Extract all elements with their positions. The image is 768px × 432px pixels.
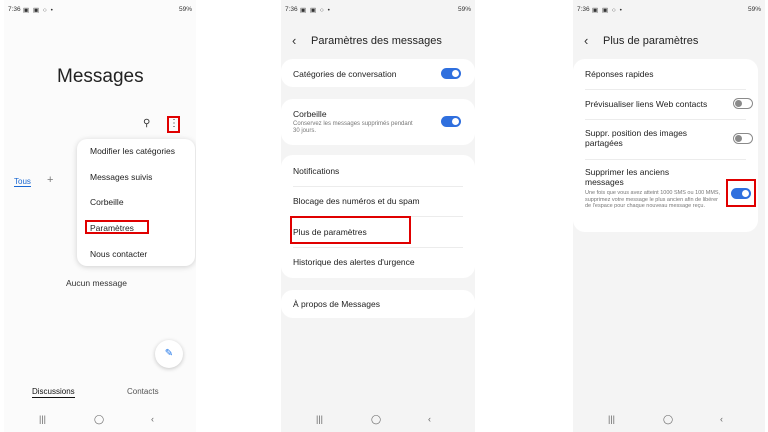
setting-notifications[interactable]: Notifications [293, 166, 339, 176]
toggle-knob [735, 134, 742, 142]
settings-card: À propos de Messages [281, 290, 475, 318]
setting-remove-image-location[interactable]: Suppr. position des images partagées [585, 128, 705, 148]
setting-about-messages[interactable]: À propos de Messages [293, 299, 380, 309]
options-menu: Modifier les catégories Messages suivis … [77, 139, 195, 266]
setting-preview-web-links[interactable]: Prévisualiser liens Web contacts [585, 99, 707, 109]
system-nav-bar: ||| ◯ ‹ [573, 414, 765, 428]
status-time: 7:36 [285, 6, 298, 13]
setting-block-numbers-spam[interactable]: Blocage des numéros et du spam [293, 196, 420, 206]
toggle-knob [452, 118, 459, 125]
page-title: Plus de paramètres [603, 35, 699, 47]
tab-discussions[interactable]: Discussions [32, 387, 75, 398]
tab-contacts[interactable]: Contacts [127, 387, 159, 396]
notification-icons: ▣ ▣ ○ • [23, 7, 54, 14]
compose-button[interactable]: ✎ [155, 340, 183, 368]
menu-item-parametres[interactable]: Paramètres [90, 223, 134, 233]
toggle-knob [742, 190, 749, 197]
empty-state-text: Aucun message [66, 278, 127, 288]
divider [293, 247, 463, 248]
more-settings-screen: 7:36 ▣ ▣ ○ • 59% ‹ Plus de paramètres Ré… [573, 0, 765, 432]
back-nav-icon[interactable]: ‹ [151, 414, 154, 424]
settings-card: Corbeille Conservez les messages supprim… [281, 99, 475, 145]
status-time: 7:36 [577, 6, 590, 13]
setting-trash[interactable]: Corbeille [293, 109, 327, 119]
setting-delete-old-messages[interactable]: Supprimer les anciens messages [585, 167, 695, 187]
divider [585, 159, 746, 160]
system-nav-bar: ||| ◯ ‹ [281, 414, 475, 428]
status-time: 7:36 [8, 6, 21, 13]
home-icon[interactable]: ◯ [663, 414, 673, 425]
page-title: Paramètres des messages [311, 35, 442, 47]
setting-delete-old-messages-description: Une fois que vous avez atteint 1000 SMS … [585, 190, 721, 209]
recent-apps-icon[interactable]: ||| [316, 414, 323, 424]
divider [585, 89, 746, 90]
menu-item-modifier-categories[interactable]: Modifier les catégories [90, 146, 175, 156]
setting-trash-description: Conservez les messages supprimés pendant… [293, 121, 413, 134]
home-icon[interactable]: ◯ [94, 414, 104, 425]
delete-old-messages-toggle[interactable] [731, 188, 751, 199]
signal-battery: 59% [747, 6, 761, 13]
home-icon[interactable]: ◯ [371, 414, 381, 425]
signal-battery: 59% [457, 6, 471, 13]
compose-icon: ✎ [164, 348, 174, 359]
more-options-icon[interactable]: ⋮ [167, 116, 180, 133]
setting-conversation-categories[interactable]: Catégories de conversation [293, 69, 396, 79]
settings-card: Notifications Blocage des numéros et du … [281, 155, 475, 278]
message-settings-screen: 7:36 ▣ ▣ ○ • 59% ‹ Paramètres des messag… [281, 0, 475, 432]
system-nav-bar: ||| ◯ ‹ [4, 414, 196, 428]
divider [585, 119, 746, 120]
toggle-knob [735, 99, 742, 107]
preview-links-toggle[interactable] [733, 98, 753, 109]
setting-more-settings[interactable]: Plus de paramètres [293, 227, 367, 237]
back-icon[interactable]: ‹ [292, 33, 296, 48]
recent-apps-icon[interactable]: ||| [608, 414, 615, 424]
search-icon[interactable]: ⚲ [143, 118, 150, 129]
tab-all[interactable]: Tous [14, 177, 31, 187]
recent-apps-icon[interactable]: ||| [39, 414, 46, 424]
settings-card: Réponses rapides Prévisualiser liens Web… [573, 59, 758, 232]
menu-item-messages-suivis[interactable]: Messages suivis [90, 172, 152, 182]
status-bar: 7:36 ▣ ▣ ○ • 59% [8, 6, 192, 16]
messages-screen: 7:36 ▣ ▣ ○ • 59% Messages ⚲ ⋮ Modifier l… [4, 0, 196, 432]
trash-toggle[interactable] [441, 116, 461, 127]
menu-item-corbeille[interactable]: Corbeille [90, 197, 124, 207]
toggle-knob [452, 70, 459, 77]
setting-quick-replies[interactable]: Réponses rapides [585, 69, 654, 79]
header: ‹ Plus de paramètres [573, 33, 765, 51]
back-nav-icon[interactable]: ‹ [720, 414, 723, 424]
back-nav-icon[interactable]: ‹ [428, 414, 431, 424]
image-location-toggle[interactable] [733, 133, 753, 144]
menu-item-nous-contacter[interactable]: Nous contacter [90, 249, 147, 259]
add-category-icon[interactable]: + [47, 174, 53, 186]
signal-battery: 59% [178, 6, 192, 13]
notification-icons: ▣ ▣ ○ • [300, 7, 331, 14]
page-title: Messages [57, 66, 144, 87]
status-bar: 7:36 ▣ ▣ ○ • 59% [285, 6, 471, 16]
settings-card: Catégories de conversation [281, 59, 475, 87]
setting-emergency-alerts-history[interactable]: Historique des alertes d'urgence [293, 257, 415, 267]
header: ‹ Paramètres des messages [281, 33, 475, 51]
categories-toggle[interactable] [441, 68, 461, 79]
status-bar: 7:36 ▣ ▣ ○ • 59% [577, 6, 761, 16]
divider [293, 186, 463, 187]
notification-icons: ▣ ▣ ○ • [592, 7, 623, 14]
back-icon[interactable]: ‹ [584, 33, 588, 48]
